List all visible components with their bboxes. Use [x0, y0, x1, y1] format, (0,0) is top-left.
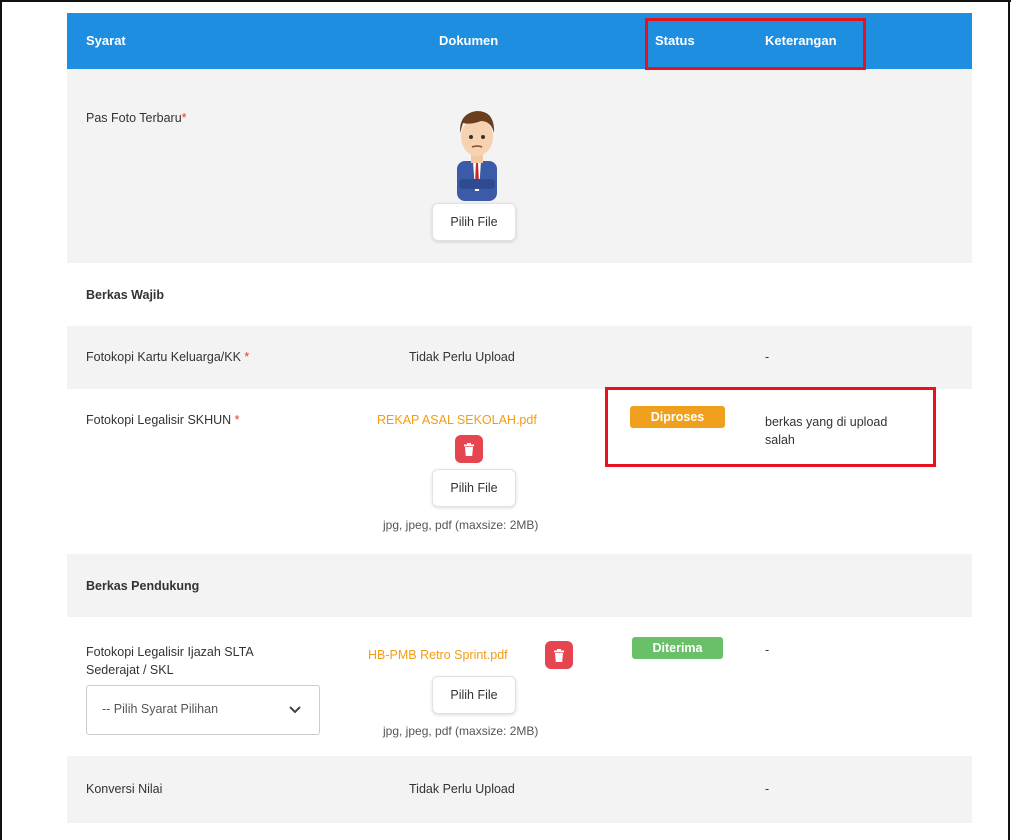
row-ijazah: Fotokopi Legalisir Ijazah SLTA Sederajat …	[67, 617, 972, 756]
trash-icon	[464, 442, 474, 456]
skhun-file-link[interactable]: REKAP ASAL SEKOLAH.pdf	[377, 413, 537, 427]
screenshot-frame-top	[0, 0, 1011, 2]
row-konversi-nilai: Konversi Nilai Tidak Perlu Upload -	[67, 756, 972, 823]
konversi-keterangan: -	[765, 782, 770, 796]
ijazah-file-hint: jpg, jpeg, pdf (maxsize: 2MB)	[383, 724, 539, 738]
konversi-dokumen: Tidak Perlu Upload	[409, 782, 515, 796]
ijazah-pilih-file-button[interactable]: Pilih File	[432, 676, 516, 714]
header-syarat: Syarat	[86, 33, 126, 48]
trash-icon	[554, 648, 564, 662]
row-pas-foto: Pas Foto Terbaru* Pilih File	[67, 69, 972, 263]
skhun-label: Fotokopi Legalisir SKHUN *	[86, 413, 240, 427]
skhun-delete-button[interactable]	[455, 435, 483, 463]
kk-label: Fotokopi Kartu Keluarga/KK *	[86, 350, 250, 364]
pilih-syarat-select[interactable]: -- Pilih Syarat Pilihan	[86, 685, 320, 735]
highlight-box-header	[645, 18, 866, 70]
avatar-illustration	[457, 111, 497, 201]
ijazah-delete-button[interactable]	[545, 641, 573, 669]
ijazah-label: Fotokopi Legalisir Ijazah SLTA Sederajat …	[86, 645, 254, 677]
pas-foto-pilih-file-button[interactable]: Pilih File	[432, 203, 516, 241]
section-berkas-pendukung: Berkas Pendukung	[67, 554, 972, 617]
kk-dokumen: Tidak Perlu Upload	[409, 350, 515, 364]
pilih-syarat-select-value: -- Pilih Syarat Pilihan	[102, 702, 219, 716]
pas-foto-label: Pas Foto Terbaru*	[86, 111, 187, 125]
status-badge: Diterima	[632, 637, 723, 659]
konversi-label: Konversi Nilai	[86, 782, 163, 796]
screenshot-frame-right	[1008, 0, 1010, 840]
section-berkas-pendukung-label: Berkas Pendukung	[86, 579, 200, 593]
skhun-file-hint: jpg, jpeg, pdf (maxsize: 2MB)	[383, 518, 539, 532]
kk-keterangan: -	[765, 350, 770, 364]
ijazah-file-link[interactable]: HB-PMB Retro Sprint.pdf	[368, 648, 508, 662]
ijazah-keterangan: -	[765, 643, 770, 657]
row-kartu-keluarga: Fotokopi Kartu Keluarga/KK * Tidak Perlu…	[67, 326, 972, 389]
highlight-box-status	[605, 387, 936, 467]
chevron-down-icon	[289, 706, 301, 714]
section-berkas-wajib-label: Berkas Wajib	[86, 288, 165, 302]
screenshot-frame-left	[0, 0, 2, 840]
header-dokumen: Dokumen	[439, 33, 499, 48]
section-berkas-wajib: Berkas Wajib	[67, 263, 972, 326]
skhun-pilih-file-button[interactable]: Pilih File	[432, 469, 516, 507]
